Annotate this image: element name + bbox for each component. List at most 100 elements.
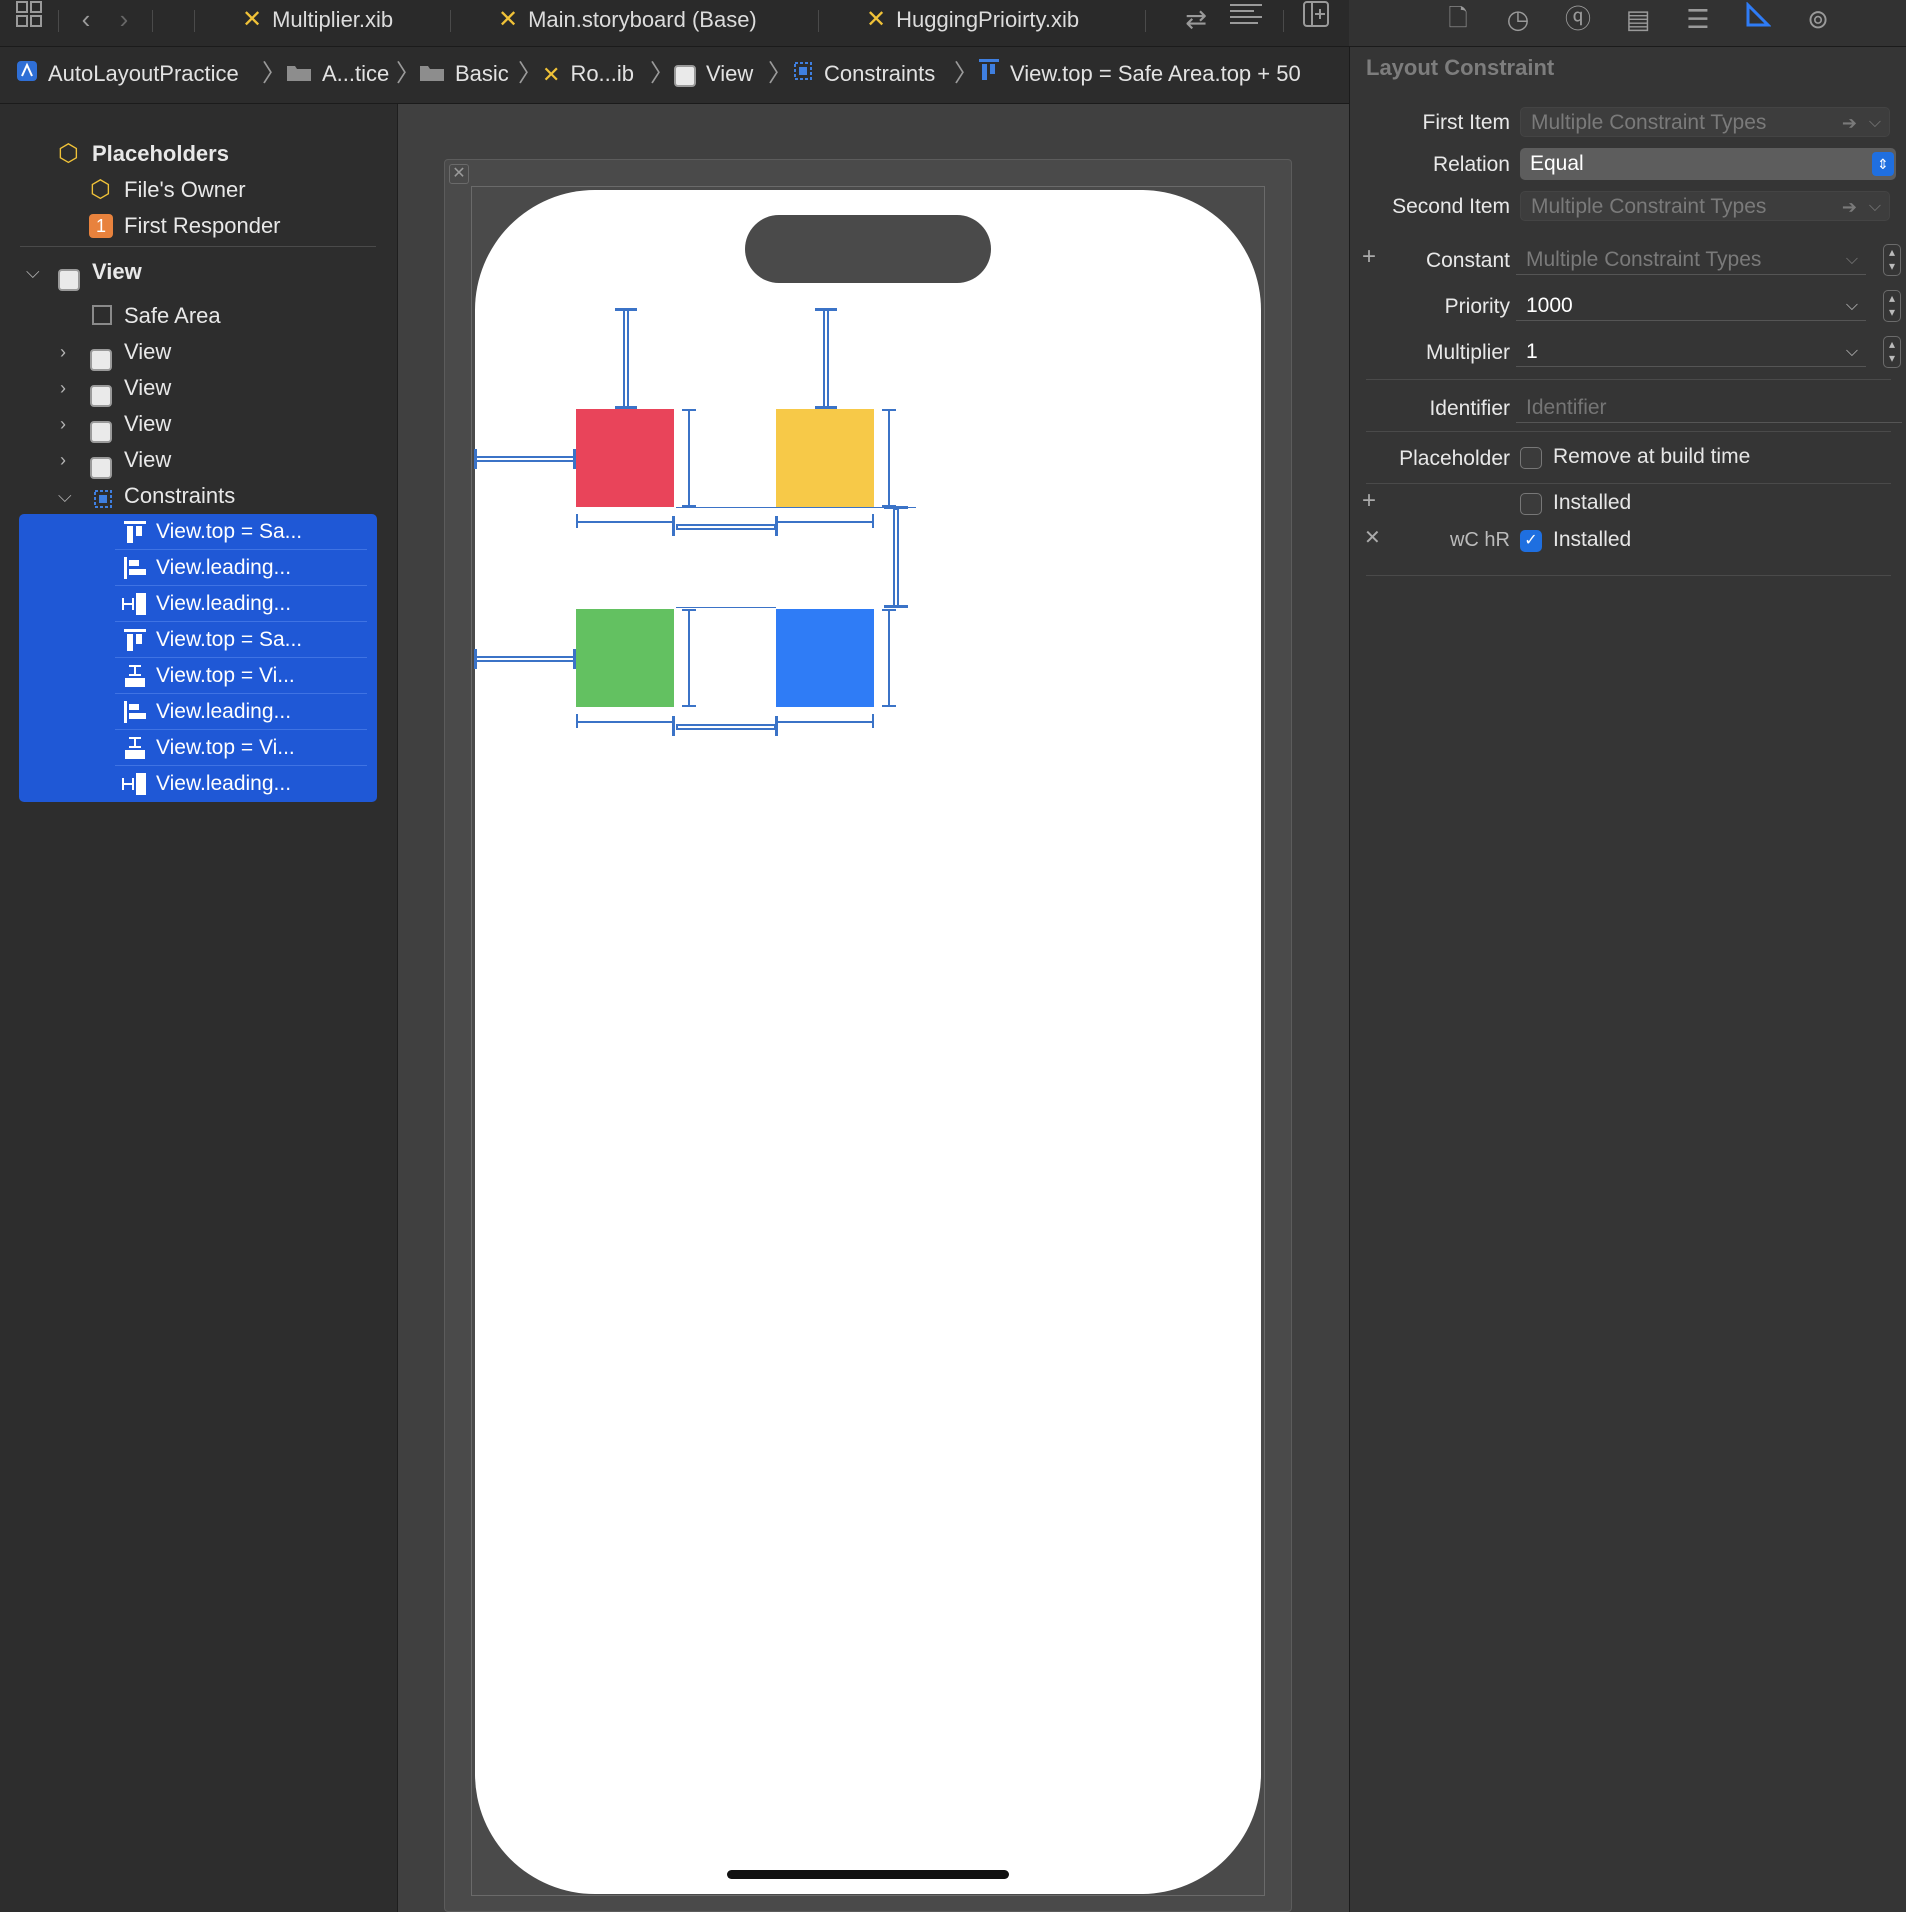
xib-icon: ✕	[242, 6, 263, 33]
chevron-right-icon: 〉	[518, 60, 542, 87]
height-constraint-line[interactable]	[688, 609, 690, 707]
breadcrumb-item-group[interactable]: A...tice	[286, 47, 389, 101]
outline-constraints[interactable]: ⌵ Constraints	[0, 478, 397, 514]
leading-constraint-line[interactable]	[475, 656, 575, 662]
breadcrumb-item-view[interactable]: View	[674, 47, 753, 101]
multiplier-field[interactable]: 1 ⌵	[1516, 337, 1866, 367]
outline-first-responder[interactable]: 1 First Responder	[0, 208, 397, 244]
forward-arrow-icon[interactable]: ›	[110, 0, 138, 38]
tab-main-storyboard[interactable]: ✕ Main.storyboard (Base)	[498, 0, 757, 40]
identifier-label: Identifier	[1429, 397, 1510, 420]
outline-placeholders-header[interactable]: ⬡ Placeholders	[0, 136, 397, 172]
width-constraint-line[interactable]	[776, 521, 874, 523]
swap-editor-icon[interactable]: ⇄	[1178, 0, 1214, 38]
constraint-row[interactable]: View.top = Vi...	[19, 730, 377, 766]
close-scene-icon[interactable]: ✕	[449, 164, 469, 184]
help-inspector-icon[interactable]: ⓠ	[1561, 0, 1595, 38]
view-icon	[674, 48, 696, 102]
outline-files-owner[interactable]: ⬡ File's Owner	[0, 172, 397, 208]
outline-safe-area[interactable]: Safe Area	[0, 298, 397, 334]
blue-view[interactable]	[776, 609, 874, 707]
height-constraint-line[interactable]	[888, 609, 890, 707]
back-arrow-icon[interactable]: ‹	[72, 0, 100, 38]
goto-arrow-icon[interactable]: ➔	[1842, 192, 1857, 222]
history-inspector-icon[interactable]: ◷	[1501, 0, 1535, 38]
storyboard-icon: ✕	[498, 6, 519, 33]
priority-stepper[interactable]: ▴ ▾	[1883, 290, 1901, 322]
inspector-section-title: Layout Constraint	[1366, 55, 1555, 80]
remove-at-build-time-checkbox[interactable]	[1520, 447, 1542, 469]
variation-installed-checkbox[interactable]: ✓	[1520, 530, 1542, 552]
add-variation-icon[interactable]: +	[1362, 243, 1376, 271]
chevron-right-icon: 〉	[954, 60, 978, 87]
second-item-select[interactable]: Multiple Constraint Types ➔ ⌵	[1520, 191, 1890, 221]
goto-arrow-icon[interactable]: ➔	[1842, 108, 1857, 138]
outline-subview[interactable]: › View	[0, 406, 397, 444]
tab-multiplier-xib[interactable]: ✕ Multiplier.xib	[242, 0, 393, 40]
constraint-row[interactable]: View.top = Sa...	[19, 622, 377, 658]
size-inspector-icon[interactable]	[1741, 0, 1775, 38]
leading-constraint-line[interactable]	[475, 456, 575, 462]
relation-select[interactable]: Equal ⇕	[1520, 148, 1896, 180]
width-constraint-line[interactable]	[576, 521, 674, 523]
variation-installed-label: Installed	[1553, 528, 1632, 551]
priority-field[interactable]: 1000 ⌵	[1516, 291, 1866, 321]
height-constraint-line[interactable]	[688, 409, 690, 507]
related-items-icon[interactable]	[12, 0, 46, 38]
outline-subview[interactable]: › View	[0, 370, 397, 408]
constraint-row[interactable]: View.top = Vi...	[19, 658, 377, 694]
red-view[interactable]	[576, 409, 674, 507]
identity-inspector-icon[interactable]: ▤	[1621, 0, 1655, 38]
constraint-row[interactable]: View.leading...	[19, 586, 377, 622]
outline-root-view[interactable]: ⌵ View	[0, 254, 397, 292]
constant-stepper[interactable]: ▴ ▾	[1883, 244, 1901, 276]
horizontal-spacing-line[interactable]	[676, 724, 776, 730]
constraint-row[interactable]: View.leading...	[19, 766, 377, 802]
constraint-row[interactable]: View.leading...	[19, 550, 377, 586]
breadcrumb-item-constraints[interactable]: Constraints	[792, 47, 935, 101]
width-constraint-line[interactable]	[776, 721, 874, 723]
xib-icon: ✕	[542, 62, 561, 88]
file-inspector-icon[interactable]: 🗋	[1441, 0, 1475, 38]
connections-inspector-icon[interactable]: ⊚	[1801, 0, 1835, 38]
editor-options-icon[interactable]	[1226, 0, 1266, 38]
first-item-select[interactable]: Multiple Constraint Types ➔ ⌵	[1520, 107, 1890, 137]
chevron-right-icon[interactable]: ›	[60, 334, 66, 370]
identifier-input[interactable]	[1516, 393, 1902, 423]
remove-variation-icon[interactable]: ✕	[1364, 525, 1381, 550]
breadcrumb-item-xib[interactable]: ✕ Ro...ib	[542, 47, 634, 101]
attributes-inspector-icon[interactable]: ☰	[1681, 0, 1715, 38]
add-editor-icon[interactable]	[1298, 0, 1334, 38]
green-view[interactable]	[576, 609, 674, 707]
yellow-view[interactable]	[776, 409, 874, 507]
outline-subview[interactable]: › View	[0, 442, 397, 480]
height-constraint-line[interactable]	[888, 409, 890, 507]
constraint-row[interactable]: View.top = Sa...	[19, 514, 377, 550]
add-variation-icon[interactable]: +	[1362, 487, 1376, 515]
outline-subview[interactable]: › View	[0, 334, 397, 372]
divider	[20, 246, 376, 247]
constant-field[interactable]: Multiple Constraint Types ⌵	[1516, 245, 1866, 275]
chevron-right-icon: 〉	[396, 60, 420, 87]
width-constraint-line[interactable]	[576, 721, 674, 723]
folder-icon	[419, 48, 445, 102]
breadcrumb-item-project[interactable]: AutoLayoutPractice	[16, 47, 239, 101]
horizontal-spacing-line[interactable]	[676, 524, 776, 530]
chevron-right-icon[interactable]: ›	[60, 406, 66, 442]
breadcrumb-item-current-constraint[interactable]: View.top = Safe Area.top + 50	[978, 47, 1301, 101]
chevron-right-icon: 〉	[650, 60, 674, 87]
top-constraint-line[interactable]	[823, 309, 829, 409]
chevron-down-icon[interactable]: ⌵	[58, 478, 72, 514]
constraint-row[interactable]: View.leading...	[19, 694, 377, 730]
chevron-right-icon[interactable]: ›	[60, 442, 66, 478]
top-constraint-line[interactable]	[623, 309, 629, 409]
chevron-down-icon[interactable]: ⌵	[26, 254, 40, 290]
breadcrumb-item-basic[interactable]: Basic	[419, 47, 509, 101]
installed-checkbox[interactable]	[1520, 493, 1542, 515]
multiplier-stepper[interactable]: ▴ ▾	[1883, 336, 1901, 368]
selected-constraints-list: View.top = Sa... View.leading... View.le…	[19, 514, 377, 802]
vertical-spacing-line[interactable]	[893, 508, 899, 608]
tab-hugging-priority-xib[interactable]: ✕ HuggingPrioirty.xib	[866, 0, 1079, 40]
divider	[1366, 431, 1891, 432]
chevron-right-icon[interactable]: ›	[60, 370, 66, 406]
